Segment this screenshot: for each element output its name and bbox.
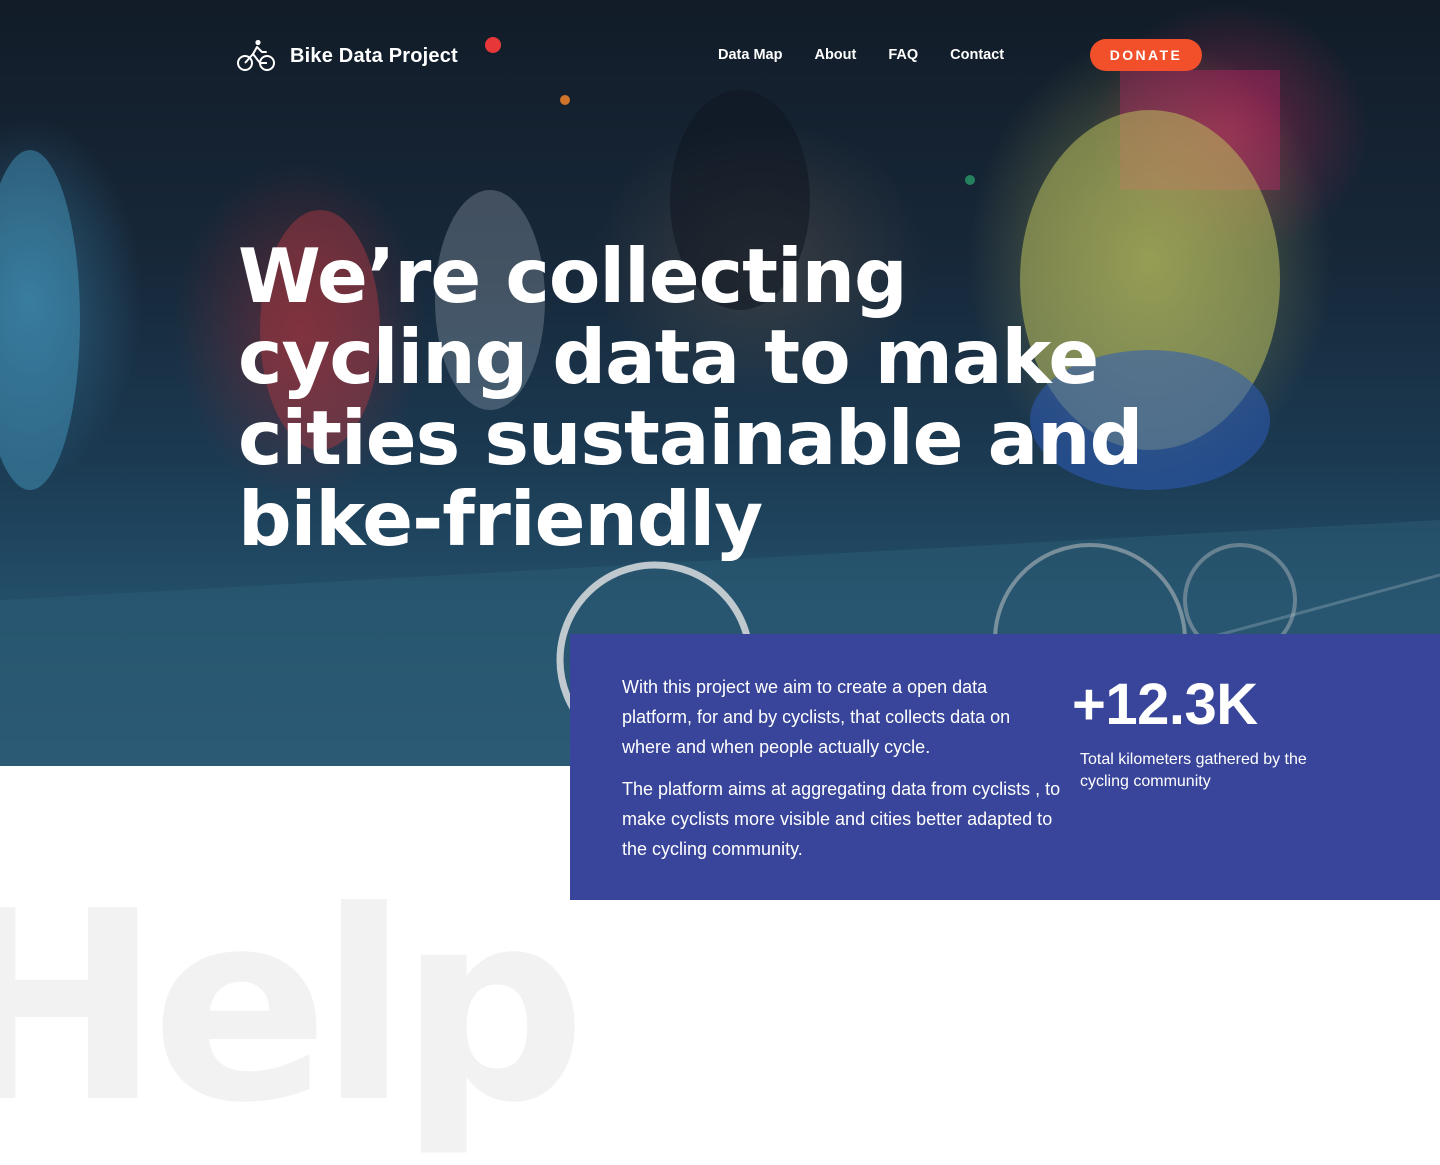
nav-item-about[interactable]: About — [814, 45, 856, 65]
stat-label: Total kilometers gathered by the cycling… — [1080, 751, 1307, 790]
info-paragraph: The platform aims at aggregating data fr… — [622, 779, 1061, 859]
brand-logo[interactable]: Bike Data Project — [236, 38, 458, 74]
info-paragraph: With this project we aim to create a ope… — [622, 677, 1011, 757]
nav-item-data-map[interactable]: Data Map — [718, 45, 782, 65]
background-heading: Help — [0, 855, 586, 1160]
brand-name: Bike Data Project — [290, 44, 458, 67]
donate-button[interactable]: DONATE — [1090, 39, 1202, 71]
cyclist-icon — [237, 39, 275, 71]
info-description: With this project we aim to create a ope… — [622, 672, 1062, 876]
stat-value: +12.3K — [1072, 672, 1258, 737]
nav-item-contact[interactable]: Contact — [950, 45, 1004, 65]
page: Bike Data Project Data Map About FAQ Con… — [0, 0, 1440, 1165]
hero-headline: We’re collecting cycling data to make ci… — [238, 232, 1143, 563]
main-nav: Data Map About FAQ Contact — [718, 45, 1004, 65]
info-panel: With this project we aim to create a ope… — [570, 634, 1440, 900]
nav-item-faq[interactable]: FAQ — [888, 45, 918, 65]
